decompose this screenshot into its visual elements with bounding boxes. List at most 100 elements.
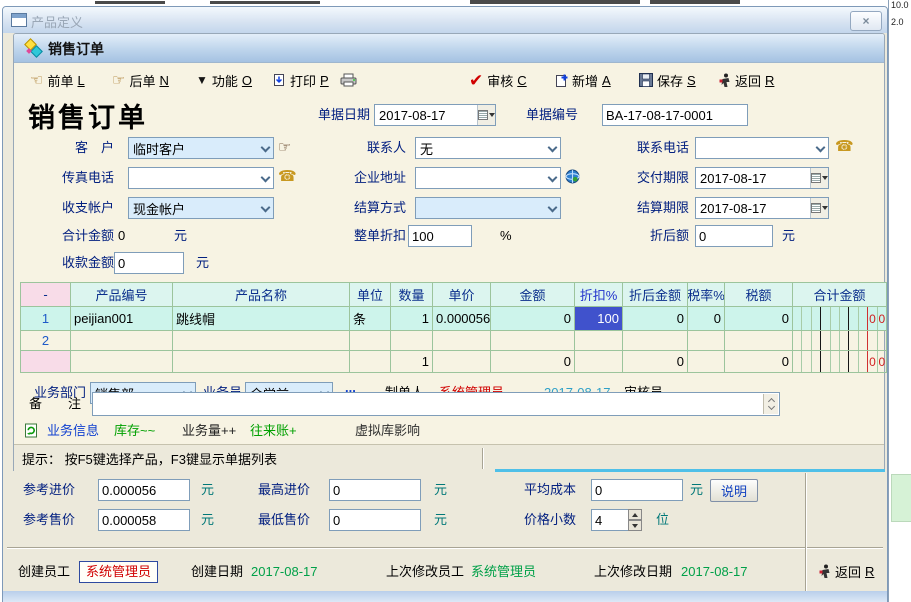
received-amount-input[interactable]	[114, 252, 184, 274]
customer-combo[interactable]: 临时客户	[128, 137, 274, 159]
amount-cell[interactable]	[491, 331, 575, 351]
business-info-link[interactable]: 业务信息	[47, 422, 99, 440]
doc-no-input[interactable]	[602, 104, 748, 126]
virtual-stock-link[interactable]: 虚拟库影响	[355, 422, 420, 440]
fax-combo[interactable]	[128, 167, 274, 189]
spin-down-icon[interactable]	[628, 520, 642, 531]
taxrate-cell[interactable]	[688, 331, 725, 351]
chevron-down-icon[interactable]	[545, 198, 560, 218]
phone-icon[interactable]: ☎	[835, 139, 854, 154]
max-buy-price-input[interactable]	[329, 479, 421, 501]
discounted-cell[interactable]: 0	[623, 307, 688, 331]
product-name-cell[interactable]: 跳线帽	[173, 307, 350, 331]
row-number-cell[interactable]: 2	[21, 331, 71, 351]
avg-cost-input[interactable]	[591, 479, 683, 501]
tax-cell[interactable]	[725, 331, 793, 351]
function-menu-button[interactable]: ▼ 功能O	[196, 70, 252, 90]
spin-up-icon[interactable]	[628, 509, 642, 520]
settle-method-combo[interactable]	[415, 197, 561, 219]
price-cell[interactable]	[433, 331, 491, 351]
calendar-icon[interactable]	[810, 168, 828, 188]
ref-sell-price-input[interactable]	[98, 509, 190, 531]
col-header: 税率%	[688, 283, 725, 307]
ref-buy-price-input[interactable]	[98, 479, 190, 501]
product-code-cell[interactable]	[71, 331, 173, 351]
row-number-cell[interactable]: 1	[21, 307, 71, 331]
fax-label: 传真电话	[34, 167, 114, 189]
stock-link[interactable]: 库存~~	[114, 422, 155, 440]
background-green-cell	[891, 474, 911, 522]
qty-cell[interactable]: 1	[391, 307, 433, 331]
unit-cell[interactable]	[350, 331, 391, 351]
contact-phone-combo[interactable]	[695, 137, 829, 159]
volume-link[interactable]: 业务量++	[182, 422, 236, 440]
delivery-date-picker[interactable]: 2017-08-17	[695, 167, 829, 189]
price-cell[interactable]: 0.000056	[433, 307, 491, 331]
globe-icon[interactable]	[565, 169, 580, 187]
print-label: 打印	[290, 71, 316, 90]
discounted-amount-input[interactable]	[695, 225, 773, 247]
taxrate-cell[interactable]: 0	[688, 307, 725, 331]
decimals-spinner[interactable]	[628, 509, 642, 531]
chevron-down-icon[interactable]	[545, 168, 560, 188]
background-fragment	[210, 1, 320, 4]
address-combo[interactable]	[415, 167, 561, 189]
chevron-down-icon[interactable]	[258, 198, 273, 218]
creator-value-box: 系统管理员	[79, 561, 158, 583]
return-button[interactable]: 返回R	[719, 70, 774, 90]
discount-unit: %	[500, 225, 512, 247]
account-link[interactable]: 往来账+	[250, 422, 297, 440]
return-button-bottom[interactable]: 返回R	[819, 562, 874, 581]
prev-doc-label: 前单	[47, 71, 73, 90]
tax-cell[interactable]: 0	[725, 307, 793, 331]
amount-cell[interactable]: 0	[491, 307, 575, 331]
next-doc-button[interactable]: ☞ 后单N	[112, 70, 169, 90]
calendar-icon[interactable]	[810, 198, 828, 218]
phone-icon[interactable]: ☎	[278, 169, 297, 184]
print-button[interactable]: 打印P	[272, 70, 329, 90]
person-icon	[719, 73, 731, 88]
unit-cell[interactable]: 条	[350, 307, 391, 331]
close-button[interactable]: ×	[850, 11, 882, 31]
red-check-icon: ✔	[469, 72, 483, 89]
whole-discount-input[interactable]	[408, 225, 472, 247]
customer-value: 临时客户	[129, 139, 258, 158]
received-amount-label: 收款金额	[34, 252, 114, 274]
audit-key: C	[517, 73, 526, 88]
discounted-cell[interactable]	[623, 331, 688, 351]
qty-cell[interactable]	[391, 331, 433, 351]
product-name-cell[interactable]	[173, 331, 350, 351]
note-button[interactable]: 说明	[710, 479, 758, 502]
sales-order-window: 销售订单 ☜ 前单L ☞ 后单N ▼ 功能O 打印P ✔ 审核C 新增A	[13, 33, 885, 471]
printer-button[interactable]	[340, 70, 357, 90]
settle-date-label: 结算期限	[614, 197, 689, 219]
settle-date-picker[interactable]: 2017-08-17	[695, 197, 829, 219]
discount-cell[interactable]	[575, 331, 623, 351]
totals-cell	[71, 351, 173, 373]
chevron-down-icon[interactable]	[813, 138, 828, 158]
contact-combo[interactable]: 无	[415, 137, 561, 159]
return-key: R	[765, 73, 774, 88]
min-sell-price-input[interactable]	[329, 509, 421, 531]
background-fragment-text: 10.0	[891, 0, 909, 10]
remark-input[interactable]	[92, 392, 780, 416]
totals-corner-cell	[21, 351, 71, 373]
business-info-icon[interactable]	[24, 422, 38, 441]
next-doc-key: N	[159, 73, 168, 88]
remark-spinner[interactable]	[763, 394, 778, 414]
chevron-down-icon[interactable]	[258, 168, 273, 188]
product-code-cell[interactable]: peijian001	[71, 307, 173, 331]
chevron-down-icon[interactable]	[258, 138, 273, 158]
chevron-down-icon[interactable]	[545, 138, 560, 158]
price-decimals-input[interactable]	[591, 509, 629, 531]
totals-cell	[575, 351, 623, 373]
pick-customer-hand-icon[interactable]: ☞	[278, 138, 291, 156]
audit-button[interactable]: ✔ 审核C	[469, 70, 527, 90]
received-amount-unit: 元	[196, 252, 209, 274]
save-button[interactable]: 保存S	[639, 70, 696, 90]
discount-cell-selected[interactable]: 100	[575, 307, 623, 331]
ledger-jiao-digit: 0	[868, 307, 877, 330]
add-new-button[interactable]: 新增A	[554, 70, 611, 90]
prev-doc-button[interactable]: ☜ 前单L	[30, 70, 85, 90]
account-combo[interactable]: 现金帐户	[128, 197, 274, 219]
